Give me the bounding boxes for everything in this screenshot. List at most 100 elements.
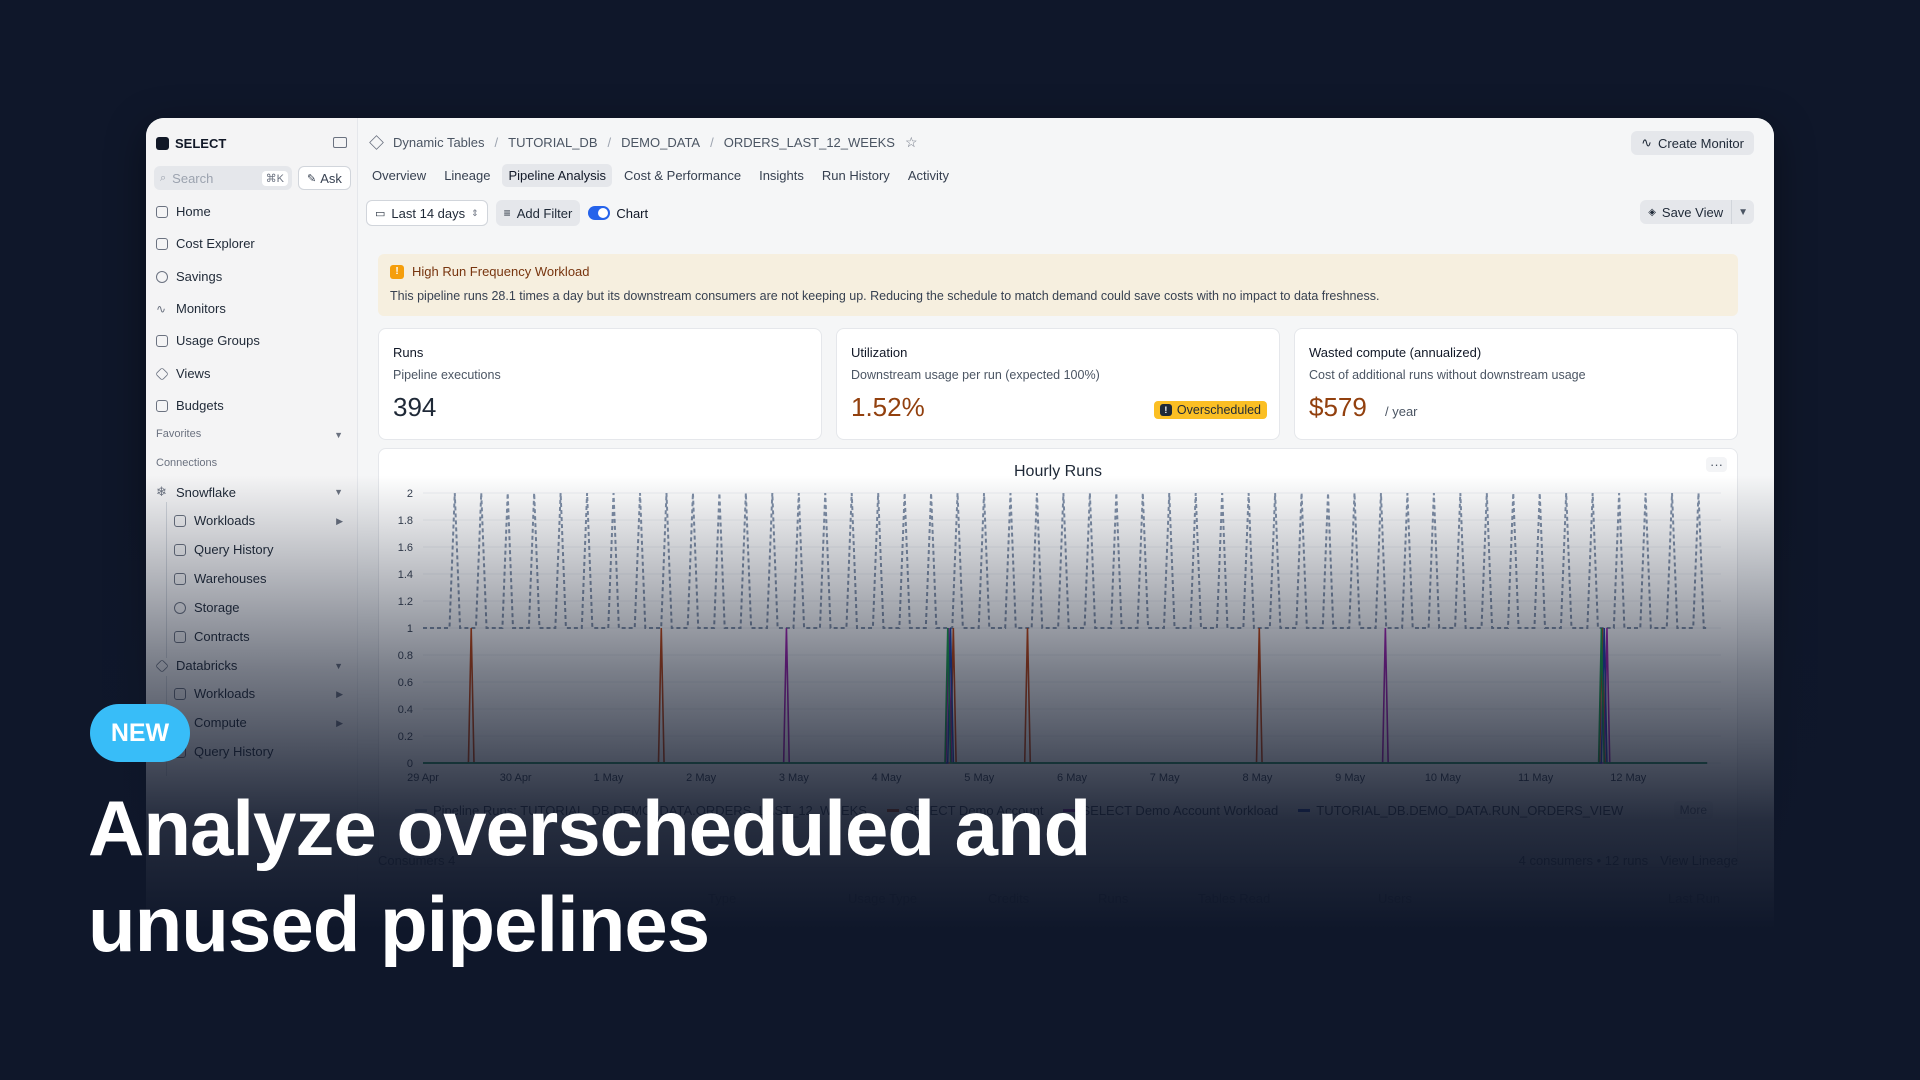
snowflake-icon: ❄ (156, 484, 167, 499)
high-run-frequency-alert: ! High Run Frequency Workload This pipel… (378, 254, 1738, 316)
column-header[interactable]: Tables Read (1198, 891, 1270, 906)
sidebar-item-monitors[interactable]: ∿ Monitors (156, 301, 226, 316)
sidebar-item-budgets[interactable]: Budgets (156, 398, 224, 413)
sidebar-collapse-icon[interactable] (333, 137, 347, 148)
favorites-section[interactable]: Favorites (156, 428, 201, 440)
stat-value: $579 (1309, 392, 1367, 422)
snowflake-tree-line (166, 502, 167, 658)
series-line-1 (423, 627, 1708, 764)
snowflake-contracts[interactable]: Contracts (174, 629, 250, 644)
legend-swatch (1298, 809, 1311, 812)
date-range-select[interactable]: ▭ Last 14 days ⇕ (366, 200, 488, 226)
x-tick-label: 10 May (1425, 772, 1462, 784)
series-line-4 (423, 627, 1708, 764)
databricks-workloads[interactable]: Workloads (174, 686, 255, 701)
badge-label: Overscheduled (1176, 403, 1261, 417)
search-row: ⌕ Search ⌘K ✎ Ask (154, 166, 351, 190)
tab-run-history[interactable]: Run History (816, 164, 896, 187)
breadcrumb-item[interactable]: TUTORIAL_DB (508, 135, 597, 150)
status-badge: ! Overscheduled (1153, 401, 1267, 419)
sidebar-item-label: Usage Groups (176, 333, 260, 348)
save-view-chevron-down-icon[interactable]: ▼ (1732, 207, 1754, 218)
database-icon (174, 601, 186, 614)
tab-overview[interactable]: Overview (366, 164, 432, 187)
sidebar-item-views[interactable]: Views (155, 366, 210, 381)
legend-item[interactable]: TUTORIAL_DB.DEMO_DATA.RUN_ORDERS_VIEW (1298, 803, 1623, 818)
search-input[interactable]: ⌕ Search ⌘K (154, 166, 292, 190)
y-tick-label: 0.4 (398, 704, 413, 716)
y-tick-label: 0 (407, 758, 413, 770)
tab-insights[interactable]: Insights (753, 164, 810, 187)
tab-activity[interactable]: Activity (902, 164, 955, 187)
sidebar-item-cost-explorer[interactable]: Cost Explorer (156, 236, 255, 251)
legend-more-button[interactable]: More (1673, 801, 1713, 819)
stat-value: 1.52% (851, 392, 925, 422)
sub-item-label: Workloads (194, 686, 256, 701)
tab-pipeline-analysis[interactable]: Pipeline Analysis (502, 164, 613, 187)
sidebar-item-databricks[interactable]: Databricks (155, 658, 237, 673)
wallet-icon (156, 399, 168, 412)
column-header[interactable]: Runs (1098, 891, 1128, 906)
sub-item-label: Compute (194, 715, 247, 730)
ask-icon: ✎ (307, 172, 317, 185)
activity-icon: ∿ (156, 301, 167, 316)
alert-title-row: ! High Run Frequency Workload (390, 264, 1726, 279)
save-view-button[interactable]: ◈ Save View ▼ (1640, 200, 1754, 224)
snowflake-query-history[interactable]: Query History (174, 542, 273, 557)
activity-icon: ∿ (1641, 135, 1653, 150)
favorites-chevron-down-icon[interactable]: ▼ (334, 430, 343, 440)
breadcrumb-item[interactable]: ORDERS_LAST_12_WEEKS (724, 135, 895, 150)
brand[interactable]: SELECT (156, 136, 226, 151)
warning-icon: ! (1159, 404, 1172, 416)
x-tick-label: 9 May (1335, 772, 1365, 784)
databricks-chevron-down-icon[interactable]: ▼ (334, 661, 343, 671)
sidebar-item-label: Monitors (176, 301, 226, 316)
y-tick-label: 0.2 (398, 731, 413, 743)
ask-button[interactable]: ✎ Ask (298, 166, 351, 190)
view-lineage-button[interactable]: View Lineage (1660, 853, 1738, 868)
y-tick-label: 1.8 (398, 515, 413, 527)
sidebar-item-usage-groups[interactable]: Usage Groups (156, 333, 260, 348)
save-view-main[interactable]: ◈ Save View (1640, 200, 1733, 224)
sidebar-item-snowflake[interactable]: ❄ Snowflake (156, 484, 236, 500)
sidebar-item-savings[interactable]: Savings (156, 269, 222, 284)
databricks-workloads-chevron-right-icon[interactable]: ▶ (336, 689, 343, 700)
sub-item-label: Contracts (194, 629, 250, 644)
column-header[interactable]: Users (1378, 891, 1412, 906)
series-line-2 (423, 627, 1708, 764)
sidebar-item-label: Budgets (176, 398, 224, 413)
snowflake-chevron-down-icon[interactable]: ▼ (334, 487, 343, 497)
connections-label: Connections (156, 457, 218, 469)
y-tick-label: 1.4 (398, 569, 413, 581)
legend-item[interactable]: SELECT Demo Account Workload (1063, 803, 1278, 818)
databricks-query-history[interactable]: Query History (174, 744, 273, 759)
create-monitor-button[interactable]: ∿ Create Monitor (1631, 131, 1754, 155)
search-shortcut: ⌘K (261, 170, 288, 186)
stat-unit: / year (1385, 404, 1418, 419)
sidebar-item-home[interactable]: Home (156, 204, 211, 219)
y-tick-label: 1.6 (398, 542, 413, 554)
snowflake-storage[interactable]: Storage (174, 600, 240, 615)
column-header[interactable]: Last Run (1668, 891, 1720, 906)
stat-title: Runs (393, 345, 424, 360)
workloads-chevron-right-icon[interactable]: ▶ (336, 516, 343, 527)
series-line-3 (423, 627, 1708, 764)
brand-name: SELECT (175, 136, 227, 151)
add-filter-button[interactable]: ≡ Add Filter (495, 200, 581, 226)
headline-line-1: Analyze overscheduled and (88, 784, 1091, 872)
breadcrumb-item[interactable]: DEMO_DATA (621, 135, 700, 150)
sidebar-item-label: Savings (176, 269, 223, 284)
more-options-icon[interactable]: ··· (1706, 457, 1727, 472)
toggle-switch[interactable] (588, 206, 611, 220)
compute-chevron-right-icon[interactable]: ▶ (336, 718, 343, 729)
breadcrumb-item[interactable]: Dynamic Tables (393, 135, 485, 150)
star-icon[interactable]: ☆ (905, 134, 918, 151)
chart-toggle-label: Chart (616, 205, 649, 221)
snowflake-warehouses[interactable]: Warehouses (174, 571, 267, 586)
tab-cost-performance[interactable]: Cost & Performance (618, 164, 747, 187)
sub-item-label: Warehouses (194, 571, 267, 586)
y-tick-label: 1 (407, 623, 413, 635)
chart-toggle[interactable]: Chart (588, 206, 648, 221)
snowflake-workloads[interactable]: Workloads (174, 513, 255, 528)
tab-lineage[interactable]: Lineage (438, 164, 496, 187)
